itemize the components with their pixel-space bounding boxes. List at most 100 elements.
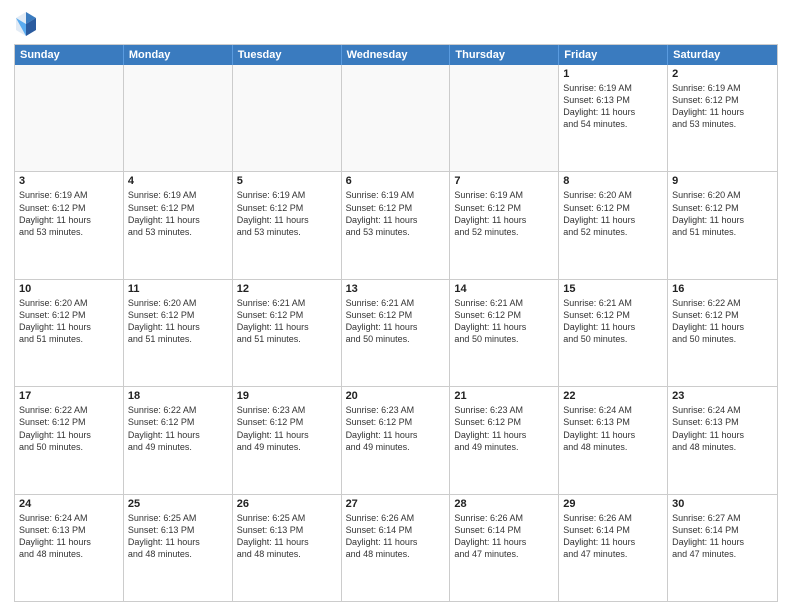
day-number: 16 [672, 283, 773, 295]
cell-detail: Sunrise: 6:25 AM Sunset: 6:13 PM Dayligh… [237, 512, 337, 561]
calendar-header: SundayMondayTuesdayWednesdayThursdayFrid… [15, 45, 777, 65]
calendar-cell [450, 65, 559, 171]
calendar-header-day: Friday [559, 45, 668, 65]
calendar-cell: 3 Sunrise: 6:19 AM Sunset: 6:12 PM Daylig… [15, 172, 124, 278]
cell-detail: Sunrise: 6:22 AM Sunset: 6:12 PM Dayligh… [19, 404, 119, 453]
day-number: 8 [563, 175, 663, 187]
calendar-cell: 30 Sunrise: 6:27 AM Sunset: 6:14 PM Dayli… [668, 495, 777, 601]
calendar: SundayMondayTuesdayWednesdayThursdayFrid… [14, 44, 778, 602]
calendar-cell: 22 Sunrise: 6:24 AM Sunset: 6:13 PM Dayli… [559, 387, 668, 493]
cell-detail: Sunrise: 6:20 AM Sunset: 6:12 PM Dayligh… [128, 297, 228, 346]
cell-detail: Sunrise: 6:21 AM Sunset: 6:12 PM Dayligh… [454, 297, 554, 346]
day-number: 29 [563, 498, 663, 510]
calendar-header-day: Sunday [15, 45, 124, 65]
day-number: 2 [672, 68, 773, 80]
cell-detail: Sunrise: 6:20 AM Sunset: 6:12 PM Dayligh… [19, 297, 119, 346]
cell-detail: Sunrise: 6:19 AM Sunset: 6:12 PM Dayligh… [128, 189, 228, 238]
cell-detail: Sunrise: 6:21 AM Sunset: 6:12 PM Dayligh… [237, 297, 337, 346]
day-number: 18 [128, 390, 228, 402]
day-number: 20 [346, 390, 446, 402]
calendar-cell: 24Sunrise: 6:24 AM Sunset: 6:13 PM Dayli… [15, 495, 124, 601]
calendar-cell: 1Sunrise: 6:19 AM Sunset: 6:13 PM Daylig… [559, 65, 668, 171]
day-number: 27 [346, 498, 446, 510]
header [14, 10, 778, 38]
calendar-cell: 29 Sunrise: 6:26 AM Sunset: 6:14 PM Dayli… [559, 495, 668, 601]
calendar-cell: 11 Sunrise: 6:20 AM Sunset: 6:12 PM Dayli… [124, 280, 233, 386]
calendar-cell: 23 Sunrise: 6:24 AM Sunset: 6:13 PM Dayli… [668, 387, 777, 493]
calendar-cell: 15Sunrise: 6:21 AM Sunset: 6:12 PM Dayli… [559, 280, 668, 386]
calendar-header-day: Wednesday [342, 45, 451, 65]
calendar-row: 17Sunrise: 6:22 AM Sunset: 6:12 PM Dayli… [15, 386, 777, 493]
cell-detail: Sunrise: 6:23 AM Sunset: 6:12 PM Dayligh… [346, 404, 446, 453]
day-number: 22 [563, 390, 663, 402]
cell-detail: Sunrise: 6:24 AM Sunset: 6:13 PM Dayligh… [563, 404, 663, 453]
calendar-cell: 4Sunrise: 6:19 AM Sunset: 6:12 PM Daylig… [124, 172, 233, 278]
cell-detail: Sunrise: 6:19 AM Sunset: 6:13 PM Dayligh… [563, 82, 663, 131]
page: SundayMondayTuesdayWednesdayThursdayFrid… [0, 0, 792, 612]
day-number: 26 [237, 498, 337, 510]
day-number: 10 [19, 283, 119, 295]
calendar-cell: 8 Sunrise: 6:20 AM Sunset: 6:12 PM Daylig… [559, 172, 668, 278]
calendar-cell: 7Sunrise: 6:19 AM Sunset: 6:12 PM Daylig… [450, 172, 559, 278]
cell-detail: Sunrise: 6:19 AM Sunset: 6:12 PM Dayligh… [237, 189, 337, 238]
calendar-cell [233, 65, 342, 171]
cell-detail: Sunrise: 6:22 AM Sunset: 6:12 PM Dayligh… [672, 297, 773, 346]
calendar-cell: 2 Sunrise: 6:19 AM Sunset: 6:12 PM Daylig… [668, 65, 777, 171]
day-number: 6 [346, 175, 446, 187]
calendar-row: 3 Sunrise: 6:19 AM Sunset: 6:12 PM Daylig… [15, 171, 777, 278]
calendar-header-day: Thursday [450, 45, 559, 65]
logo [14, 10, 42, 38]
day-number: 14 [454, 283, 554, 295]
cell-detail: Sunrise: 6:20 AM Sunset: 6:12 PM Dayligh… [672, 189, 773, 238]
calendar-cell: 18 Sunrise: 6:22 AM Sunset: 6:12 PM Dayli… [124, 387, 233, 493]
cell-detail: Sunrise: 6:20 AM Sunset: 6:12 PM Dayligh… [563, 189, 663, 238]
day-number: 23 [672, 390, 773, 402]
cell-detail: Sunrise: 6:19 AM Sunset: 6:12 PM Dayligh… [346, 189, 446, 238]
cell-detail: Sunrise: 6:22 AM Sunset: 6:12 PM Dayligh… [128, 404, 228, 453]
calendar-cell: 28 Sunrise: 6:26 AM Sunset: 6:14 PM Dayli… [450, 495, 559, 601]
cell-detail: Sunrise: 6:26 AM Sunset: 6:14 PM Dayligh… [563, 512, 663, 561]
day-number: 11 [128, 283, 228, 295]
logo-icon [14, 10, 38, 38]
cell-detail: Sunrise: 6:24 AM Sunset: 6:13 PM Dayligh… [672, 404, 773, 453]
day-number: 13 [346, 283, 446, 295]
day-number: 12 [237, 283, 337, 295]
cell-detail: Sunrise: 6:23 AM Sunset: 6:12 PM Dayligh… [454, 404, 554, 453]
calendar-cell: 20 Sunrise: 6:23 AM Sunset: 6:12 PM Dayli… [342, 387, 451, 493]
day-number: 5 [237, 175, 337, 187]
day-number: 25 [128, 498, 228, 510]
cell-detail: Sunrise: 6:19 AM Sunset: 6:12 PM Dayligh… [672, 82, 773, 131]
calendar-cell: 12 Sunrise: 6:21 AM Sunset: 6:12 PM Dayli… [233, 280, 342, 386]
day-number: 15 [563, 283, 663, 295]
cell-detail: Sunrise: 6:19 AM Sunset: 6:12 PM Dayligh… [19, 189, 119, 238]
calendar-cell: 26 Sunrise: 6:25 AM Sunset: 6:13 PM Dayli… [233, 495, 342, 601]
day-number: 7 [454, 175, 554, 187]
calendar-cell: 17Sunrise: 6:22 AM Sunset: 6:12 PM Dayli… [15, 387, 124, 493]
calendar-cell: 5 Sunrise: 6:19 AM Sunset: 6:12 PM Daylig… [233, 172, 342, 278]
cell-detail: Sunrise: 6:26 AM Sunset: 6:14 PM Dayligh… [346, 512, 446, 561]
calendar-cell: 14 Sunrise: 6:21 AM Sunset: 6:12 PM Dayli… [450, 280, 559, 386]
calendar-row: 1Sunrise: 6:19 AM Sunset: 6:13 PM Daylig… [15, 65, 777, 171]
day-number: 30 [672, 498, 773, 510]
day-number: 3 [19, 175, 119, 187]
calendar-cell [342, 65, 451, 171]
calendar-cell [124, 65, 233, 171]
cell-detail: Sunrise: 6:27 AM Sunset: 6:14 PM Dayligh… [672, 512, 773, 561]
calendar-cell: 16 Sunrise: 6:22 AM Sunset: 6:12 PM Dayli… [668, 280, 777, 386]
cell-detail: Sunrise: 6:23 AM Sunset: 6:12 PM Dayligh… [237, 404, 337, 453]
cell-detail: Sunrise: 6:26 AM Sunset: 6:14 PM Dayligh… [454, 512, 554, 561]
day-number: 21 [454, 390, 554, 402]
calendar-cell [15, 65, 124, 171]
day-number: 28 [454, 498, 554, 510]
calendar-cell: 9Sunrise: 6:20 AM Sunset: 6:12 PM Daylig… [668, 172, 777, 278]
cell-detail: Sunrise: 6:25 AM Sunset: 6:13 PM Dayligh… [128, 512, 228, 561]
calendar-cell: 21 Sunrise: 6:23 AM Sunset: 6:12 PM Dayli… [450, 387, 559, 493]
calendar-header-day: Monday [124, 45, 233, 65]
day-number: 19 [237, 390, 337, 402]
cell-detail: Sunrise: 6:21 AM Sunset: 6:12 PM Dayligh… [346, 297, 446, 346]
calendar-header-day: Saturday [668, 45, 777, 65]
calendar-cell: 10 Sunrise: 6:20 AM Sunset: 6:12 PM Dayli… [15, 280, 124, 386]
calendar-cell: 25 Sunrise: 6:25 AM Sunset: 6:13 PM Dayli… [124, 495, 233, 601]
calendar-row: 10 Sunrise: 6:20 AM Sunset: 6:12 PM Dayli… [15, 279, 777, 386]
calendar-body: 1Sunrise: 6:19 AM Sunset: 6:13 PM Daylig… [15, 65, 777, 601]
